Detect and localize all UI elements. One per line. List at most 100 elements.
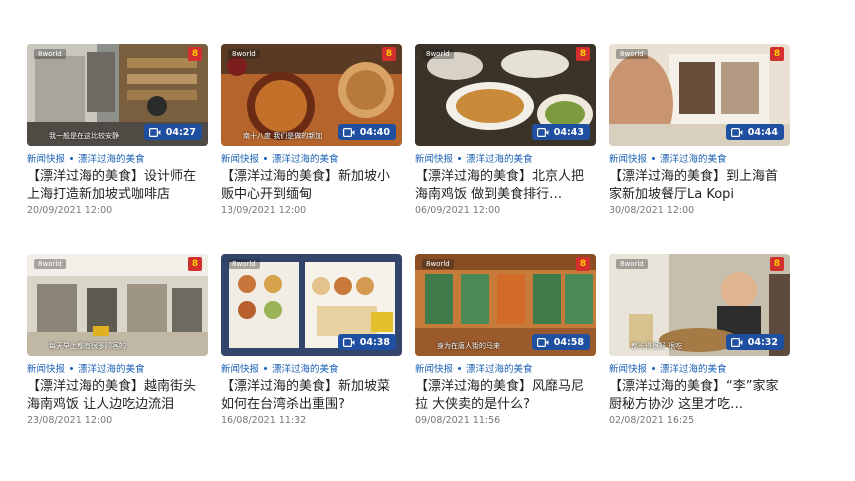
channel-8-logo: 8 [770, 47, 784, 61]
category-link[interactable]: 新闻快报 [27, 361, 65, 375]
duration-badge: 04:40 [337, 124, 396, 140]
card-tags: 新闻快报 漂洋过海的美食 [415, 151, 596, 165]
video-thumbnail[interactable]: 8world 8 每天早上都有很多顾客的 [27, 254, 208, 356]
publish-date: 13/09/2021 12:00 [221, 205, 307, 216]
video-title[interactable]: 【漂洋过海的美食】“李”家家厨秘方协沙 这里才吃… [609, 378, 790, 414]
video-card[interactable]: 8world 8 都长得很好 很吃 04:32 新闻快报 漂洋过海的美食 【漂洋… [609, 254, 790, 426]
channel-logo: 8world [34, 259, 66, 269]
video-card[interactable]: 8world 8 身为在唐人街的马来 04:58 新闻快报 漂洋过海的美食 【漂… [415, 254, 596, 426]
video-thumbnail[interactable]: 8world 04:38 [221, 254, 402, 356]
separator-dot [652, 366, 656, 370]
card-tags: 新闻快报 漂洋过海的美食 [609, 151, 790, 165]
video-card[interactable]: 8world 8 每天早上都有很多顾客的 新闻快报 漂洋过海的美食 【漂洋过海的… [27, 254, 208, 426]
category-link[interactable]: 新闻快报 [609, 361, 647, 375]
video-card[interactable]: 8world 8 04:43 新闻快报 漂洋过海的美食 【漂洋过海的美食】北京人… [415, 44, 596, 216]
series-link[interactable]: 漂洋过海的美食 [660, 361, 727, 375]
card-tags: 新闻快报 漂洋过海的美食 [27, 361, 208, 375]
separator-dot [652, 156, 656, 160]
channel-logo: 8world [422, 259, 454, 269]
duration-text: 04:38 [359, 336, 390, 348]
series-link[interactable]: 漂洋过海的美食 [466, 361, 533, 375]
publish-date: 23/08/2021 12:00 [27, 415, 113, 426]
duration-badge: 04:43 [531, 124, 590, 140]
publish-date: 30/08/2021 12:00 [609, 205, 695, 216]
separator-dot [458, 366, 462, 370]
duration-badge: 04:32 [725, 334, 784, 350]
category-link[interactable]: 新闻快报 [415, 151, 453, 165]
channel-8-logo: 8 [382, 47, 396, 61]
series-link[interactable]: 漂洋过海的美食 [272, 361, 339, 375]
publish-date: 02/08/2021 16:25 [609, 415, 695, 426]
series-link[interactable]: 漂洋过海的美食 [272, 151, 339, 165]
card-tags: 新闻快报 漂洋过海的美食 [221, 151, 402, 165]
channel-logo: 8world [228, 259, 260, 269]
category-link[interactable]: 新闻快报 [415, 361, 453, 375]
video-camera-icon [536, 337, 549, 347]
card-tags: 新闻快报 漂洋过海的美食 [221, 361, 402, 375]
category-link[interactable]: 新闻快报 [221, 151, 259, 165]
video-title[interactable]: 【漂洋过海的美食】北京人把海南鸡饭 做到美食排行… [415, 168, 596, 204]
video-thumbnail[interactable]: 8world 8 都长得很好 很吃 04:32 [609, 254, 790, 356]
channel-8-logo: 8 [188, 257, 202, 271]
publish-date: 06/09/2021 12:00 [415, 205, 501, 216]
video-title[interactable]: 【漂洋过海的美食】新加坡菜如何在台湾杀出重围? [221, 378, 402, 414]
video-card[interactable]: 8world 8 我一般是在这比较安静 04:27 新闻快报 漂洋过海的美食 【… [27, 44, 208, 216]
channel-8-logo: 8 [770, 257, 784, 271]
series-link[interactable]: 漂洋过海的美食 [78, 361, 145, 375]
video-camera-icon [148, 127, 161, 137]
duration-text: 04:43 [553, 126, 584, 138]
separator-dot [458, 156, 462, 160]
video-camera-icon [342, 127, 355, 137]
series-link[interactable]: 漂洋过海的美食 [78, 151, 145, 165]
separator-dot [264, 366, 268, 370]
card-tags: 新闻快报 漂洋过海的美食 [609, 361, 790, 375]
card-tags: 新闻快报 漂洋过海的美食 [27, 151, 208, 165]
publish-date: 16/08/2021 11:32 [221, 415, 307, 426]
channel-8-logo: 8 [188, 47, 202, 61]
publish-date: 09/08/2021 11:56 [415, 415, 501, 426]
video-title[interactable]: 【漂洋过海的美食】新加坡小贩中心开到缅甸 [221, 168, 402, 204]
channel-logo: 8world [616, 49, 648, 59]
duration-badge: 04:27 [143, 124, 202, 140]
video-thumbnail[interactable]: 8world 8 04:44 [609, 44, 790, 146]
video-thumbnail[interactable]: 8world 8 04:43 [415, 44, 596, 146]
separator-dot [70, 366, 74, 370]
card-tags: 新闻快报 漂洋过海的美食 [415, 361, 596, 375]
video-card[interactable]: 8world 8 04:44 新闻快报 漂洋过海的美食 【漂洋过海的美食】到上海… [609, 44, 790, 216]
channel-logo: 8world [422, 49, 454, 59]
channel-8-logo: 8 [576, 257, 590, 271]
video-title[interactable]: 【漂洋过海的美食】越南街头海南鸡饭 让人边吃边流泪 [27, 378, 208, 414]
separator-dot [70, 156, 74, 160]
duration-badge: 04:44 [725, 124, 784, 140]
video-camera-icon [342, 337, 355, 347]
duration-text: 04:27 [165, 126, 196, 138]
duration-text: 04:32 [747, 336, 778, 348]
video-subtitle: 每天早上都有很多顾客的 [49, 342, 126, 350]
duration-badge: 04:38 [337, 334, 396, 350]
series-link[interactable]: 漂洋过海的美食 [660, 151, 727, 165]
video-subtitle: 身为在唐人街的马来 [437, 342, 500, 350]
channel-logo: 8world [616, 259, 648, 269]
video-thumbnail[interactable]: 8world 8 身为在唐人街的马来 04:58 [415, 254, 596, 356]
video-subtitle: 我一般是在这比较安静 [49, 132, 119, 140]
video-title[interactable]: 【漂洋过海的美食】到上海首家新加坡餐厅La Kopi [609, 168, 790, 204]
video-subtitle: 南十八度 我们是做的新加 [243, 132, 323, 140]
video-subtitle: 都长得很好 很吃 [631, 342, 683, 350]
video-camera-icon [730, 337, 743, 347]
category-link[interactable]: 新闻快报 [221, 361, 259, 375]
video-camera-icon [730, 127, 743, 137]
video-camera-icon [536, 127, 549, 137]
category-link[interactable]: 新闻快报 [27, 151, 65, 165]
video-card[interactable]: 8world 8 南十八度 我们是做的新加 04:40 新闻快报 漂洋过海的美食… [221, 44, 402, 216]
series-link[interactable]: 漂洋过海的美食 [466, 151, 533, 165]
video-card[interactable]: 8world 04:38 新闻快报 漂洋过海的美食 【漂洋过海的美食】新加坡菜如… [221, 254, 402, 426]
channel-logo: 8world [228, 49, 260, 59]
video-thumbnail[interactable]: 8world 8 我一般是在这比较安静 04:27 [27, 44, 208, 146]
video-title[interactable]: 【漂洋过海的美食】风靡马尼拉 大侠卖的是什么? [415, 378, 596, 414]
channel-logo: 8world [34, 49, 66, 59]
video-thumbnail[interactable]: 8world 8 南十八度 我们是做的新加 04:40 [221, 44, 402, 146]
video-grid: 8world 8 我一般是在这比较安静 04:27 新闻快报 漂洋过海的美食 【… [27, 44, 803, 426]
category-link[interactable]: 新闻快报 [609, 151, 647, 165]
video-title[interactable]: 【漂洋过海的美食】设计师在上海打造新加坡式咖啡店 [27, 168, 208, 204]
duration-badge: 04:58 [531, 334, 590, 350]
